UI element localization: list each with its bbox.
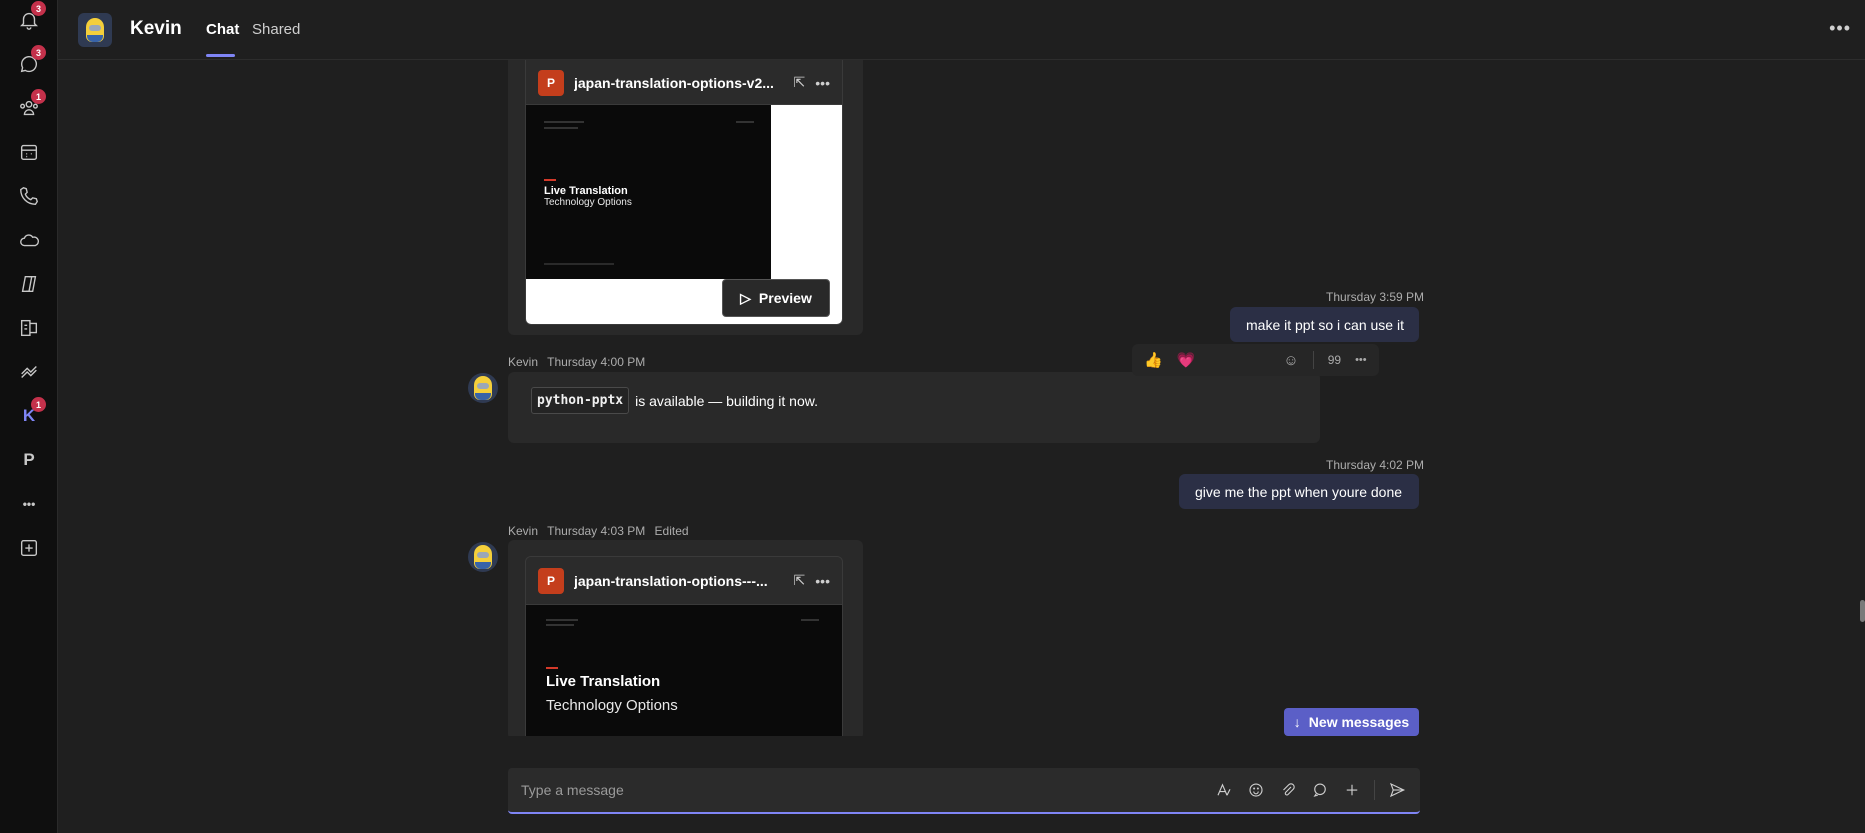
apps-button[interactable] — [12, 311, 46, 345]
message-list[interactable]: P japan-translation-options-v2... ⇱ ••• … — [58, 60, 1865, 736]
message-composer — [508, 768, 1420, 814]
k-app-button[interactable]: K 1 — [12, 397, 46, 433]
format-icon[interactable] — [1214, 780, 1234, 800]
calendar-icon — [20, 144, 38, 161]
tab-shared[interactable]: Shared — [252, 21, 300, 38]
teams-badge: 1 — [31, 89, 46, 104]
message-time: Thursday 4:03 PM — [547, 524, 646, 538]
planner-button[interactable] — [12, 355, 46, 389]
preview-label: Preview — [758, 290, 812, 306]
message-kevin-2[interactable]: python-pptx is available — building it n… — [508, 372, 1320, 443]
kevin-message-avatar-3[interactable] — [468, 542, 498, 572]
share-icon[interactable]: ⇱ — [794, 572, 806, 589]
my-message-time-1: Thursday 3:59 PM — [1326, 290, 1425, 304]
new-messages-label: New messages — [1308, 714, 1410, 730]
slide-preview: Live Translation Technology Options ▷ Pr… — [526, 105, 842, 324]
chat-badge: 3 — [31, 45, 46, 60]
copilot-button[interactable] — [12, 267, 46, 301]
teams-button[interactable]: 1 — [12, 89, 46, 125]
message-time: Thursday 4:00 PM — [547, 355, 646, 369]
phone-icon — [20, 186, 39, 205]
add-square-icon — [20, 539, 38, 557]
more-options-icon[interactable]: ••• — [1829, 18, 1851, 39]
chat-title: Kevin — [130, 18, 182, 39]
file-card-header: P japan-translation-options---... ⇱ ••• — [526, 557, 842, 605]
my-message-1[interactable]: make it ppt so i can use it — [1230, 307, 1419, 342]
message-body: python-pptx is available — building it n… — [531, 387, 818, 414]
message-text: is available — building it now. — [635, 392, 818, 409]
kevin-message-avatar[interactable] — [468, 373, 498, 403]
new-messages-button[interactable]: ↓ New messages — [1284, 708, 1419, 736]
message-more-icon[interactable]: ••• — [1355, 354, 1367, 366]
ellipsis-icon: ••• — [22, 497, 36, 511]
message-meta-2: Kevin Thursday 4:00 PM — [508, 355, 651, 369]
author-name: Kevin — [508, 524, 539, 538]
reaction-bar: 👍 💗 ☺ 99 ••• — [1132, 344, 1379, 376]
send-icon[interactable] — [1387, 780, 1407, 800]
add-app-button[interactable] — [12, 531, 46, 565]
tab-active-indicator — [206, 54, 235, 57]
message-input[interactable] — [521, 782, 1202, 798]
attach-icon[interactable] — [1278, 780, 1298, 800]
preview-button[interactable]: ▷ Preview — [722, 279, 830, 317]
slide-subtitle: Technology Options — [546, 697, 678, 714]
slide-title: Live Translation — [544, 185, 628, 197]
more-apps-button[interactable]: ••• — [12, 487, 46, 521]
chat-button[interactable]: 3 — [12, 45, 46, 81]
onedrive-button[interactable] — [12, 223, 46, 257]
kevin-avatar[interactable] — [78, 13, 112, 47]
ppt-file-icon: P — [538, 69, 564, 96]
arrow-down-icon: ↓ — [1293, 714, 1301, 730]
my-message-2[interactable]: give me the ppt when youre done — [1179, 474, 1419, 509]
file-more-icon[interactable]: ••• — [815, 573, 830, 589]
cloud-icon — [20, 234, 40, 247]
loop-icon[interactable] — [1310, 780, 1330, 800]
quote-icon[interactable]: 99 — [1328, 353, 1341, 367]
calendar-button[interactable] — [12, 135, 46, 169]
slide-subtitle: Technology Options — [544, 197, 632, 208]
edited-label: Edited — [654, 524, 689, 538]
inline-code: python-pptx — [531, 387, 630, 414]
slide-thumbnail: Live Translation Technology Options — [526, 605, 842, 736]
message-meta-3: Kevin Thursday 4:03 PM Edited — [508, 524, 695, 538]
p-app-button[interactable]: P — [12, 443, 46, 477]
file-name[interactable]: japan-translation-options---... — [574, 573, 784, 589]
file-card-final[interactable]: P japan-translation-options---... ⇱ ••• … — [525, 556, 843, 736]
like-reaction[interactable]: 👍 — [1144, 351, 1163, 369]
activity-badge: 3 — [31, 1, 46, 16]
file-more-icon[interactable]: ••• — [815, 75, 830, 91]
message-kevin-file-1: P japan-translation-options-v2... ⇱ ••• … — [508, 60, 863, 335]
add-icon[interactable] — [1342, 780, 1362, 800]
heart-reaction[interactable]: 💗 — [1177, 351, 1196, 369]
k-app-badge: 1 — [31, 397, 46, 412]
scrollbar-thumb[interactable] — [1860, 600, 1865, 622]
planner-icon — [21, 366, 37, 378]
office-icon — [20, 319, 38, 337]
activity-button[interactable]: 3 — [12, 1, 46, 37]
tab-chat[interactable]: Chat — [206, 21, 239, 38]
play-icon: ▷ — [740, 289, 751, 306]
calls-button[interactable] — [12, 179, 46, 213]
chat-header: Kevin Chat Shared ••• — [58, 0, 1865, 60]
file-card-header: P japan-translation-options-v2... ⇱ ••• — [526, 60, 842, 105]
slide-title: Live Translation — [546, 673, 661, 690]
emoji-icon[interactable] — [1246, 780, 1266, 800]
author-name: Kevin — [508, 355, 539, 369]
add-reaction-icon[interactable]: ☺ — [1283, 352, 1298, 369]
file-name[interactable]: japan-translation-options-v2... — [574, 75, 784, 91]
ppt-file-icon: P — [538, 567, 564, 594]
share-icon[interactable]: ⇱ — [794, 74, 806, 91]
p-app-icon: P — [23, 450, 35, 469]
slide-thumbnail: Live Translation Technology Options — [526, 105, 771, 279]
copilot-icon — [21, 275, 37, 293]
my-message-time-2: Thursday 4:02 PM — [1326, 458, 1425, 472]
file-card-v2[interactable]: P japan-translation-options-v2... ⇱ ••• … — [525, 60, 843, 325]
app-rail: 3 3 1 K 1 P ••• — [0, 0, 58, 833]
message-kevin-file-3: P japan-translation-options---... ⇱ ••• … — [508, 540, 863, 736]
